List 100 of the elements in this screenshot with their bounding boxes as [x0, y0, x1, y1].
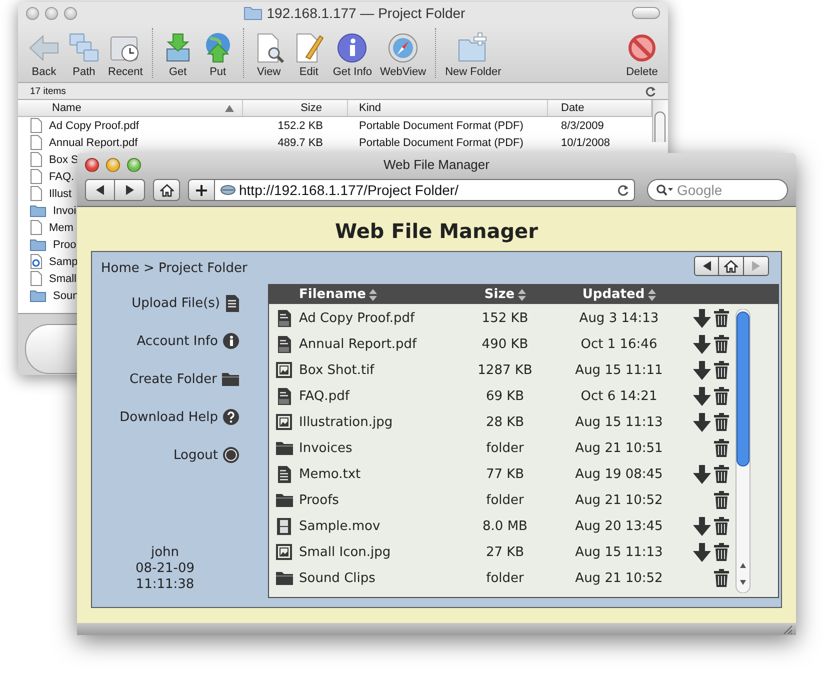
file-name: FAQ. — [49, 170, 74, 182]
toolbar-button[interactable]: Edit — [288, 32, 329, 78]
refresh-icon[interactable] — [645, 86, 656, 96]
column-header[interactable]: Updated — [582, 287, 645, 302]
menu-link[interactable]: Logout — [173, 448, 218, 462]
trash-icon[interactable] — [714, 543, 729, 561]
file-size: 69 KB — [484, 388, 526, 404]
folder-icon — [30, 289, 46, 302]
add-bookmark-button[interactable] — [188, 179, 215, 201]
trash-icon[interactable] — [714, 465, 729, 483]
scroll-bar[interactable] — [735, 309, 751, 593]
trash-icon[interactable] — [714, 413, 729, 431]
address-field[interactable]: http://192.168.1.177/Project Folder/ — [239, 182, 614, 198]
back-button[interactable] — [85, 179, 115, 201]
search-box[interactable]: Google — [647, 179, 788, 201]
sort-icon[interactable] — [518, 288, 526, 300]
download-icon[interactable] — [693, 334, 711, 354]
file-name[interactable]: Small Icon.jpg — [299, 544, 455, 560]
column-header[interactable]: Size — [484, 287, 515, 302]
file-name[interactable]: Sample.mov — [299, 518, 455, 534]
toolbar-button[interactable]: Path — [64, 32, 104, 78]
reload-icon[interactable] — [617, 184, 629, 196]
toolbar-button[interactable]: Get Info — [328, 32, 376, 78]
window-control[interactable] — [106, 158, 120, 172]
toolbar-button[interactable]: New Folder — [441, 32, 506, 78]
file-name[interactable]: FAQ.pdf — [299, 388, 455, 404]
trash-icon[interactable] — [714, 387, 729, 405]
download-icon[interactable] — [693, 516, 711, 536]
toolbar-button[interactable]: Get — [158, 32, 198, 78]
trash-icon[interactable] — [714, 517, 729, 535]
file-name[interactable]: Ad Copy Proof.pdf — [299, 310, 455, 326]
file-name[interactable]: Annual Report.pdf — [299, 336, 455, 352]
folders-icon — [68, 32, 100, 64]
trash-icon[interactable] — [714, 335, 729, 353]
trash-icon[interactable] — [714, 569, 729, 587]
file-size: folder — [485, 570, 525, 586]
menu-link[interactable]: Account Info — [136, 334, 218, 348]
power-ring-icon — [223, 447, 239, 463]
file-kind: Portable Document Format (PDF) — [358, 120, 524, 132]
file-date: 10/1/2008 — [560, 136, 611, 148]
toolbar-button[interactable]: View — [248, 32, 289, 78]
user-time: 11:11:38 — [136, 577, 194, 593]
trash-icon[interactable] — [714, 309, 729, 327]
sort-ascending-icon[interactable] — [225, 104, 234, 112]
window-control[interactable] — [85, 158, 99, 172]
trash-icon[interactable] — [714, 491, 729, 509]
resize-grip-icon[interactable] — [782, 624, 793, 634]
toolbar-button[interactable]: Back — [24, 32, 64, 78]
search-field[interactable]: Google — [677, 182, 779, 198]
download-icon[interactable] — [693, 464, 711, 484]
file-name[interactable]: Illustration.jpg — [299, 414, 455, 430]
pill-button[interactable] — [25, 324, 77, 374]
home-button[interactable] — [719, 256, 744, 276]
image-file-icon — [276, 544, 292, 560]
sort-icon[interactable] — [648, 288, 656, 300]
column-header[interactable]: Kind — [359, 102, 382, 114]
search-icon[interactable] — [656, 184, 673, 196]
trash-icon[interactable] — [714, 439, 729, 457]
toolbar-button[interactable]: Recent — [104, 32, 147, 78]
image-file-icon — [276, 414, 292, 430]
file-date: Aug 19 08:45 — [574, 466, 664, 482]
movie-file-icon — [277, 518, 291, 534]
plus-icon — [196, 184, 207, 196]
download-icon[interactable] — [693, 386, 711, 406]
file-name[interactable]: Proofs — [299, 492, 455, 508]
menu-link[interactable]: Download Help — [120, 410, 218, 424]
toolbar-button[interactable]: Delete — [622, 32, 662, 78]
file-size: folder — [485, 492, 525, 508]
window-control[interactable] — [127, 158, 141, 172]
column-header[interactable]: Date — [561, 102, 584, 114]
item-count: 17 items — [30, 86, 66, 96]
prohibited-icon — [626, 32, 658, 64]
column-header[interactable]: Size — [300, 102, 322, 114]
file-size: 77 KB — [484, 466, 526, 482]
file-size: 489.7 KB — [276, 136, 324, 148]
column-header[interactable]: Filename — [299, 287, 366, 302]
forward-button[interactable] — [115, 179, 145, 201]
download-icon[interactable] — [693, 360, 711, 380]
sort-icon[interactable] — [369, 288, 377, 300]
toolbar-button[interactable]: WebView — [376, 32, 430, 78]
file-name[interactable]: Invoices — [299, 440, 455, 456]
download-icon[interactable] — [693, 542, 711, 562]
file-name[interactable]: Memo.txt — [299, 466, 455, 482]
address-bar[interactable]: http://192.168.1.177/Project Folder/ — [215, 179, 635, 201]
toolbar-button[interactable]: Put — [198, 32, 238, 78]
document-icon — [30, 186, 42, 201]
download-icon[interactable] — [693, 412, 711, 432]
file-name: Ad Copy Proof.pdf — [49, 120, 139, 132]
menu-link[interactable]: Create Folder — [129, 372, 217, 386]
file-date: Aug 15 11:13 — [574, 544, 664, 560]
file-date: Aug 15 11:11 — [574, 362, 664, 378]
back-button[interactable] — [694, 256, 719, 276]
file-name[interactable]: Box Shot.tif — [299, 362, 455, 378]
toolbar-toggle-button[interactable] — [632, 7, 660, 19]
home-button[interactable] — [153, 179, 180, 201]
download-icon[interactable] — [693, 308, 711, 328]
column-header[interactable]: Name — [52, 102, 82, 114]
trash-icon[interactable] — [714, 361, 729, 379]
file-name[interactable]: Sound Clips — [299, 570, 455, 586]
menu-link[interactable]: Upload File(s) — [132, 296, 220, 310]
